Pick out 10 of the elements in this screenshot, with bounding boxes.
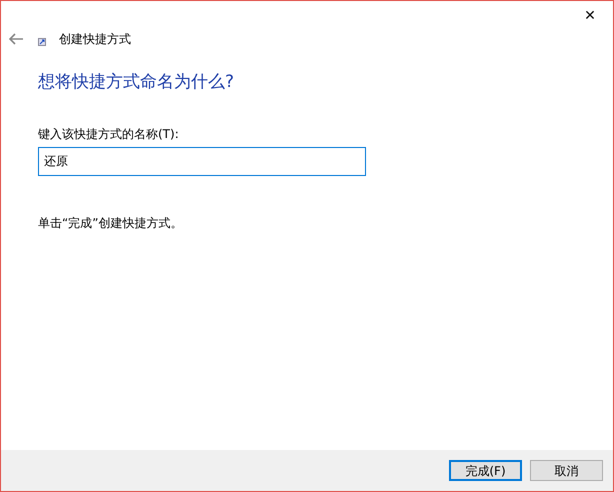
name-input-field[interactable]: 还原 (38, 146, 366, 176)
window-title: 创建快捷方式 (59, 31, 131, 48)
back-arrow-icon[interactable] (9, 33, 23, 45)
close-button[interactable]: ✕ (567, 1, 613, 31)
name-label: 键入该快捷方式的名称(T): (38, 126, 180, 142)
dialog-button[interactable]: 取消 (530, 460, 603, 481)
instruction-text: 单击“完成”创建快捷方式。 (38, 214, 184, 232)
dialog-button[interactable]: 完成(F) (449, 460, 522, 481)
page-heading: 想将快捷方式命名为什么? (38, 71, 236, 94)
shortcut-icon (38, 38, 46, 46)
